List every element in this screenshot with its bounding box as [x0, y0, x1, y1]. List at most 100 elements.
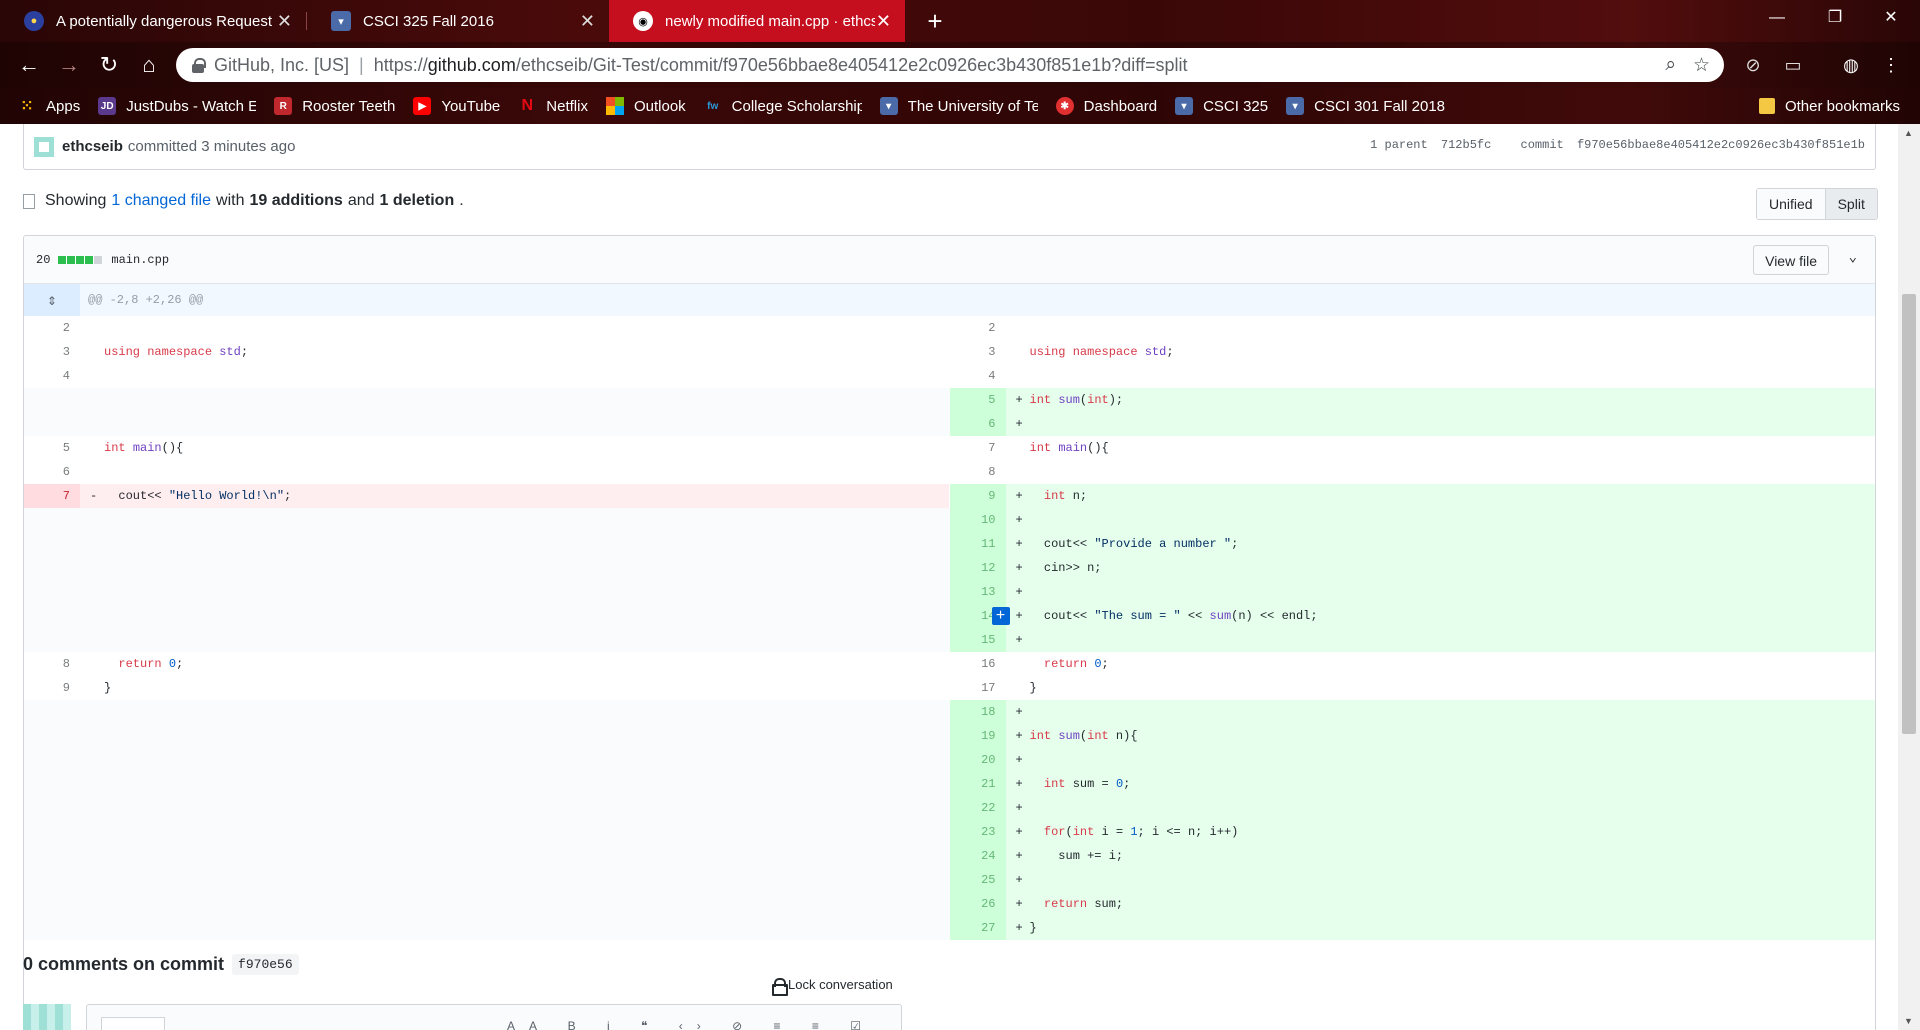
- line-number[interactable]: 18: [949, 700, 1006, 724]
- avatar[interactable]: [23, 1004, 71, 1030]
- line-number[interactable]: 2: [24, 316, 80, 340]
- code-line: + cin>> n;: [1005, 556, 1875, 580]
- star-icon[interactable]: ☆: [1693, 54, 1710, 77]
- tab-1[interactable]: ▾ CSCI 325 Fall 2016 ✕: [307, 0, 609, 42]
- add-comment-button[interactable]: +: [991, 607, 1010, 625]
- profile-avatar-icon[interactable]: ◍: [1836, 50, 1866, 80]
- line-number[interactable]: 9: [24, 676, 80, 700]
- rooster-icon: R: [274, 97, 293, 115]
- bookmark-dashboard[interactable]: ✱ Dashboard: [1055, 97, 1157, 115]
- markdown-toolbar[interactable]: AA B i ❝ ‹› ⊘ ≡ ≡ ☑ @ ▣ ↶: [507, 1019, 901, 1030]
- line-number[interactable]: 20: [949, 748, 1006, 772]
- line-number[interactable]: 5: [24, 436, 80, 460]
- reload-icon[interactable]: ↻: [94, 50, 124, 80]
- line-number[interactable]: 8: [950, 460, 1006, 484]
- empty-cell: [24, 748, 950, 772]
- close-icon[interactable]: ✕: [580, 11, 595, 32]
- other-bookmarks[interactable]: Other bookmarks: [1758, 88, 1900, 124]
- site-identity[interactable]: GitHub, Inc. [US]: [214, 55, 349, 76]
- back-icon[interactable]: ←: [14, 50, 44, 80]
- code-line: + int sum(int n){: [1005, 724, 1875, 748]
- line-number[interactable]: 7: [950, 436, 1006, 460]
- file-header: 20 main.cpp View file ⌄: [24, 236, 1875, 284]
- line-number[interactable]: 2: [950, 316, 1006, 340]
- minimize-button[interactable]: —: [1748, 0, 1806, 36]
- line-number[interactable]: 6: [949, 412, 1006, 436]
- new-tab-button[interactable]: +: [918, 4, 952, 38]
- line-number[interactable]: 24: [949, 844, 1006, 868]
- line-number[interactable]: 13: [949, 580, 1006, 604]
- zoom-icon[interactable]: ⌕: [1665, 54, 1676, 76]
- file-diff: 20 main.cpp View file ⌄ ⇕ @@ -2,8 +2,26 …: [23, 235, 1876, 1030]
- forward-icon[interactable]: →: [54, 50, 84, 80]
- bookmark-university[interactable]: ▾The University of Tenn: [879, 97, 1038, 115]
- line-number[interactable]: 23: [949, 820, 1006, 844]
- line-number[interactable]: 4: [950, 364, 1006, 388]
- bookmark-youtube[interactable]: ▶ YouTube: [413, 97, 500, 115]
- line-number[interactable]: 22: [949, 796, 1006, 820]
- scroll-up-icon[interactable]: ▲: [1904, 128, 1913, 138]
- line-number[interactable]: 19: [949, 724, 1006, 748]
- lock-icon[interactable]: [192, 58, 206, 73]
- extension-icon[interactable]: ⊘: [1738, 50, 1768, 80]
- line-number[interactable]: 16: [950, 652, 1006, 676]
- line-number[interactable]: 12: [949, 556, 1006, 580]
- url-text[interactable]: https://github.com/ethcseib/Git-Test/com…: [374, 55, 1188, 76]
- chevron-down-icon[interactable]: ⌄: [1849, 249, 1857, 266]
- tab-2-active[interactable]: ◉ newly modified main.cpp · ethcseib ✕: [609, 0, 905, 42]
- diff-row: 14 + cout<< "The sum = " << sum(n) << end…: [24, 604, 1875, 628]
- close-window-button[interactable]: ✕: [1862, 0, 1920, 36]
- code-line: }: [104, 681, 112, 695]
- bookmark-justdubs[interactable]: JDJustDubs - Watch Eng: [98, 97, 256, 115]
- line-number[interactable]: 15: [949, 628, 1006, 652]
- close-icon[interactable]: ✕: [277, 11, 292, 32]
- file-name[interactable]: main.cpp: [111, 253, 169, 267]
- parent-sha-link[interactable]: 712b5fc: [1441, 138, 1491, 152]
- address-bar[interactable]: GitHub, Inc. [US] | https://github.com/e…: [176, 48, 1724, 82]
- bookmark-apps[interactable]: ⁙ Apps: [18, 97, 80, 116]
- lock-conversation-button[interactable]: Lock conversation: [772, 977, 893, 996]
- line-number[interactable]: 5: [949, 388, 1006, 412]
- bookmark-rooster-teeth[interactable]: R Rooster Teeth: [274, 97, 395, 115]
- write-tab[interactable]: [101, 1017, 165, 1030]
- page-scrollbar[interactable]: ▲ ▼: [1898, 124, 1920, 1030]
- github-icon: ◉: [633, 11, 653, 31]
- maximize-button[interactable]: ❐: [1806, 0, 1864, 36]
- terminal-extension-icon[interactable]: ▭: [1778, 50, 1808, 80]
- changed-files-link[interactable]: 1 changed file: [111, 192, 211, 210]
- line-number[interactable]: 25: [949, 868, 1006, 892]
- bookmark-netflix[interactable]: N Netflix: [518, 97, 588, 115]
- line-number[interactable]: 8: [24, 652, 80, 676]
- line-number[interactable]: 21: [949, 772, 1006, 796]
- close-icon[interactable]: ✕: [876, 11, 891, 32]
- split-button[interactable]: Split: [1824, 189, 1877, 219]
- menu-icon[interactable]: ⋮: [1876, 50, 1906, 80]
- bookmark-college-scholarships[interactable]: fw College Scholarships: [704, 97, 862, 115]
- bookmark-csci-325[interactable]: ▾ CSCI 325: [1175, 97, 1268, 115]
- bookmark-csci-301[interactable]: ▾ CSCI 301 Fall 2018: [1286, 97, 1445, 115]
- new-line: 2: [950, 316, 1876, 340]
- unified-button[interactable]: Unified: [1757, 189, 1825, 219]
- expand-icon[interactable]: ⇕: [24, 284, 80, 316]
- line-number[interactable]: 17: [950, 676, 1006, 700]
- line-number[interactable]: 26: [949, 892, 1006, 916]
- view-file-button[interactable]: View file: [1753, 245, 1829, 275]
- line-number[interactable]: 11: [949, 532, 1006, 556]
- scroll-down-icon[interactable]: ▼: [1904, 1016, 1913, 1026]
- line-number[interactable]: 27: [949, 916, 1006, 940]
- new-line: 26 + return sum;: [949, 892, 1875, 916]
- line-number[interactable]: 4: [24, 364, 80, 388]
- bookmark-outlook[interactable]: Outlook: [605, 97, 686, 115]
- line-number[interactable]: 6: [24, 460, 80, 484]
- commit-author[interactable]: ethcseib: [62, 138, 123, 155]
- scrollbar-thumb[interactable]: [1902, 294, 1916, 734]
- line-number[interactable]: 3: [24, 340, 80, 364]
- line-number[interactable]: 7: [24, 484, 80, 508]
- tab-0[interactable]: ● A potentially dangerous Request ✕: [0, 0, 306, 42]
- line-number[interactable]: 10: [949, 508, 1006, 532]
- line-number[interactable]: 9: [949, 484, 1006, 508]
- avatar[interactable]: [34, 136, 54, 157]
- commit-sha[interactable]: f970e56bbae8e405412e2c0926ec3b430f851e1b: [1577, 138, 1865, 152]
- home-icon[interactable]: ⌂: [134, 50, 164, 80]
- line-number[interactable]: 3: [950, 340, 1006, 364]
